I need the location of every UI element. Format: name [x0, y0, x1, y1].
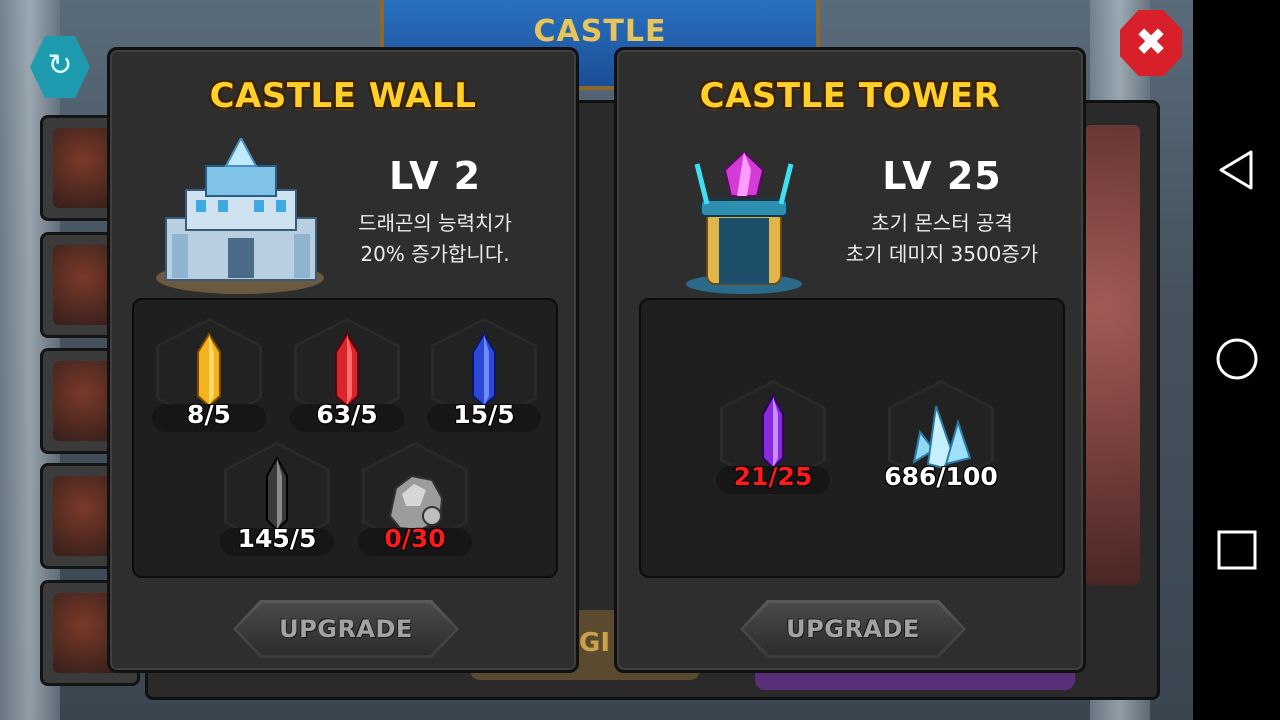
home-circle-icon[interactable]: [1213, 335, 1261, 383]
requirement-count: 63/5: [316, 400, 378, 429]
close-button[interactable]: ✖: [1120, 10, 1182, 76]
requirement-count: 686/100: [884, 462, 998, 491]
ice-crystal-cluster-icon: [912, 405, 972, 470]
purple-crystal-icon: [762, 393, 784, 470]
castle-wall-icon: [156, 138, 324, 294]
stone-ore-icon: [388, 474, 444, 532]
requirement-slot: 63/5: [290, 318, 404, 432]
yellow-crystal-icon: [197, 332, 221, 408]
castle-wall-description: 드래곤의 능력치가 20% 증가합니다.: [305, 208, 565, 270]
requirement-slot: 8/5: [152, 318, 266, 432]
castle-tower-upgrade-button[interactable]: UPGRADE: [740, 600, 966, 658]
castle-wall-title: CASTLE WALL: [209, 76, 477, 116]
requirement-slot: 15/5: [427, 318, 541, 432]
requirement-count: 145/5: [237, 524, 317, 553]
red-crystal-icon: [335, 332, 359, 408]
requirement-slot: 0/30: [358, 442, 472, 556]
castle-wall-panel: CASTLE WALL LV 2 드래곤의 능력치가 20% 증가합니다. 8/…: [107, 47, 579, 673]
background-monster-art: [1085, 125, 1140, 585]
requirement-slot: 145/5: [220, 442, 334, 556]
blue-crystal-icon: [472, 332, 496, 408]
castle-wall-desc-line2: 20% 증가합니다.: [360, 242, 510, 266]
castle-tower-title: CASTLE TOWER: [699, 76, 1001, 116]
back-triangle-icon[interactable]: [1213, 146, 1261, 194]
castle-wall-desc-line1: 드래곤의 능력치가: [358, 211, 512, 235]
requirement-count: 21/25: [733, 462, 813, 491]
requirement-count: 0/30: [384, 524, 446, 553]
requirement-count: 15/5: [453, 400, 515, 429]
requirement-count: 8/5: [187, 400, 231, 429]
castle-tower-icon: [686, 150, 802, 294]
android-navigation-bar: [1193, 0, 1280, 720]
castle-tower-panel: CASTLE TOWER LV 25 초기 몬스터 공격 초기 데미지 3500…: [614, 47, 1086, 673]
castle-wall-level: LV 2: [388, 154, 482, 198]
close-icon: ✖: [1135, 20, 1167, 64]
castle-tower-description: 초기 몬스터 공격 초기 데미지 3500증가: [812, 208, 1072, 270]
refresh-icon: ↻: [47, 48, 73, 83]
requirement-slot: 686/100: [884, 380, 998, 491]
castle-wall-upgrade-button[interactable]: UPGRADE: [233, 600, 459, 658]
castle-tower-level: LV 25: [882, 154, 1002, 198]
recents-square-icon[interactable]: [1213, 526, 1261, 574]
castle-banner-title: CASTLE: [533, 14, 667, 49]
black-crystal-icon: [266, 455, 288, 532]
castle-tower-requirements: 21/25 686/100: [639, 298, 1065, 578]
requirement-slot: 21/25: [716, 380, 830, 494]
castle-tower-desc-line2: 초기 데미지 3500증가: [845, 242, 1039, 266]
upgrade-button-label: UPGRADE: [786, 615, 920, 643]
castle-wall-requirements: 8/5 63/5 15/5 145/5 0/30: [132, 298, 558, 578]
castle-tower-desc-line1: 초기 몬스터 공격: [871, 211, 1013, 235]
upgrade-button-label: UPGRADE: [279, 615, 413, 643]
